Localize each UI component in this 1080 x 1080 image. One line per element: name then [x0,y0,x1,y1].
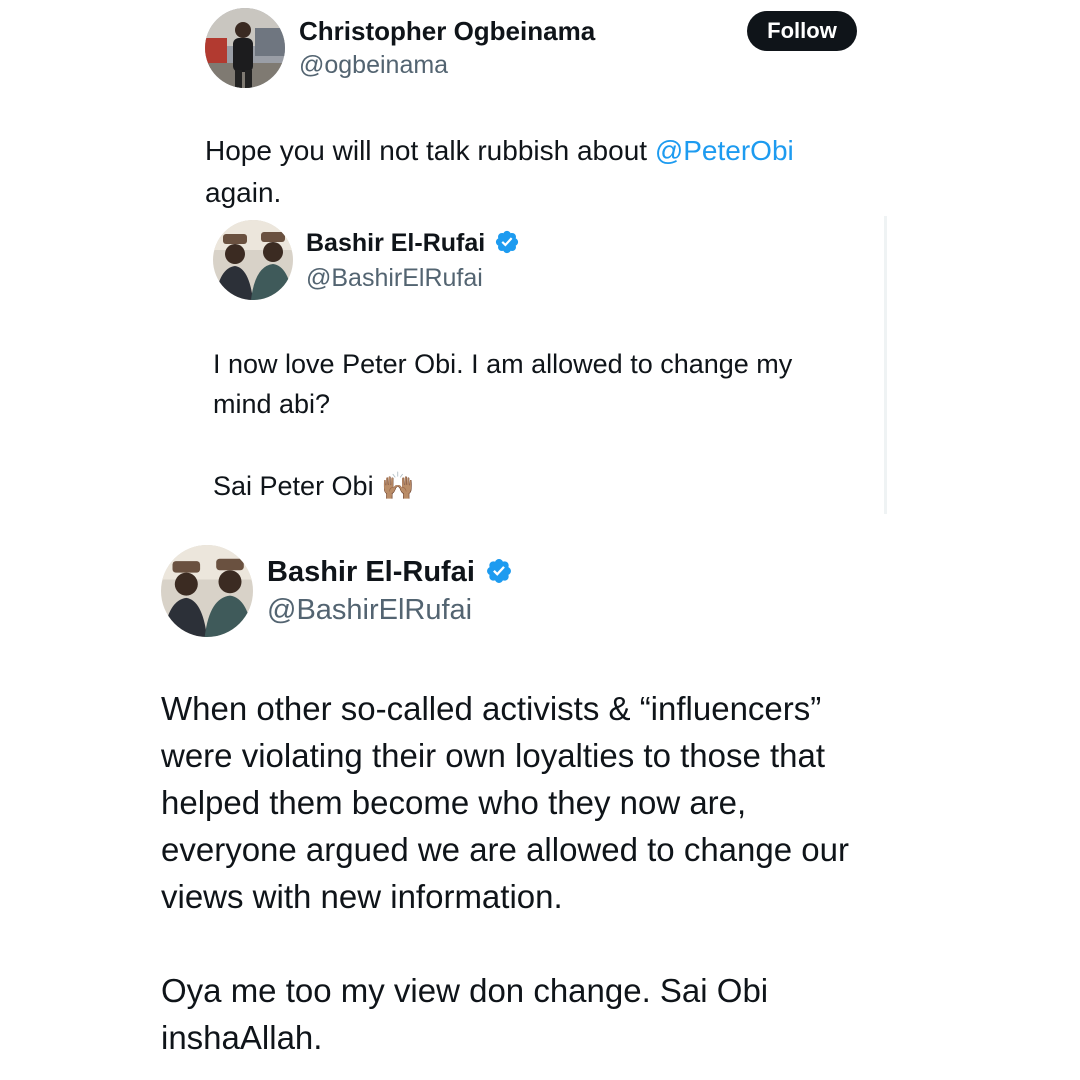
tweet2-text-line: views with new information. [161,878,563,915]
quoted-text: I now love Peter Obi. I am allowed to ch… [213,344,873,506]
quoted-author-name[interactable]: Bashir El-Rufai [306,226,520,260]
quoted-author-name-text: Bashir El-Rufai [306,229,486,257]
tweet1-author-handle[interactable]: @ogbeinama [299,48,448,82]
tweet2-author-name[interactable]: Bashir El-Rufai [267,553,513,591]
avatar-bashir[interactable] [161,545,253,637]
quoted-author-handle[interactable]: @BashirElRufai [306,261,483,295]
tweet2-text-line: Oya me too my view don change. Sai Obi [161,972,769,1009]
tweet2-text-line: When other so-called activists & “influe… [161,690,822,727]
follow-button[interactable]: Follow [747,11,857,51]
tweet1-text-before: Hope you will not talk rubbish about [205,135,655,166]
quoted-text-line3: Sai Peter Obi 🙌🏽 [213,471,415,501]
quoted-text-line2: mind abi? [213,389,331,419]
verified-badge-icon [486,559,511,584]
avatar-bashir-quoted[interactable] [213,220,293,300]
tweet2-text: When other so-called activists & “influe… [161,685,921,1061]
tweet1-text-after: again. [205,177,282,208]
avatar-christopher[interactable] [205,8,285,88]
tweet2-text-line: everyone argued we are allowed to change… [161,831,849,868]
tweet1-author-name[interactable]: Christopher Ogbeinama [299,14,595,48]
tweet2-text-line: were violating their own loyalties to th… [161,737,826,774]
tweet2-text-line: inshaAllah. [161,1019,323,1056]
tweet2-text-blank [161,920,921,967]
verified-badge-icon [496,231,519,254]
tweet1-text: Hope you will not talk rubbish about @Pe… [205,130,885,214]
tweet2-author-handle[interactable]: @BashirElRufai [267,591,472,629]
tweet2-text-line: helped them become who they now are, [161,784,747,821]
quoted-text-line1: I now love Peter Obi. I am allowed to ch… [213,349,793,379]
mention-link[interactable]: @PeterObi [655,135,794,166]
tweet2-author-name-text: Bashir El-Rufai [267,556,475,588]
quote-divider [884,216,887,514]
